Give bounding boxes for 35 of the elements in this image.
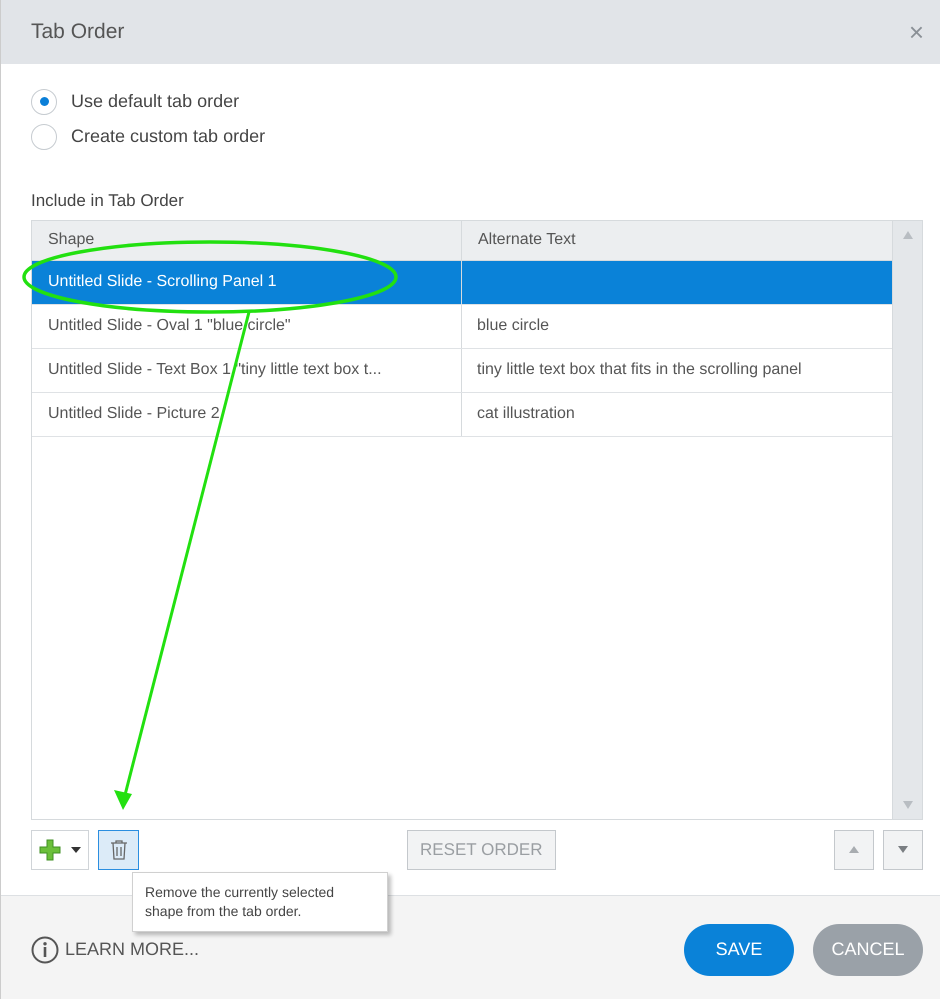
caret-icon	[71, 846, 81, 852]
window-title: Tab Order	[31, 19, 124, 46]
section-label: Include in Tab Order	[31, 190, 185, 212]
save-button[interactable]: SAVE	[684, 924, 794, 976]
info-icon	[31, 936, 59, 964]
tooltip: Remove the currently selected shape from the tab order.	[132, 872, 388, 932]
table-cell-text: Untitled Slide - Picture 2	[48, 404, 220, 424]
scroll-down-icon[interactable]	[902, 800, 912, 808]
radio-label: Use default tab order	[71, 90, 240, 113]
table-cell-text: tiny little text box that fits in the scrolling panel	[477, 360, 802, 380]
move-down-button[interactable]	[883, 830, 923, 870]
table-cell-text: cat illustration	[477, 404, 575, 424]
table-cell-text: Untitled Slide - Scrolling Panel 1	[48, 272, 277, 292]
trash-icon	[108, 838, 128, 860]
delete-button[interactable]	[98, 830, 139, 870]
table-cell-text: Untitled Slide - Oval 1 "blue circle"	[48, 316, 291, 336]
table-row[interactable]: Untitled Slide - Picture 2 cat illustration	[32, 392, 892, 436]
table-row[interactable]: Untitled Slide - Oval 1 "blue circle" blue circle	[32, 304, 892, 348]
up-arrow-icon	[849, 846, 859, 853]
table-cell-text: blue circle	[477, 316, 550, 336]
add-dropdown-button[interactable]	[31, 830, 89, 870]
column-header[interactable]: Shape	[32, 220, 462, 260]
plus-icon	[39, 838, 61, 860]
table-row[interactable]: Untitled Slide - Scrolling Panel 1	[32, 260, 892, 304]
radio-button[interactable]	[31, 124, 57, 150]
learn-more-link[interactable]: LEARN MORE...	[31, 936, 200, 964]
move-up-button[interactable]	[834, 830, 874, 870]
scrollbar[interactable]	[892, 220, 922, 818]
radio-button[interactable]	[31, 88, 57, 114]
scroll-up-icon[interactable]	[902, 230, 912, 238]
table-row[interactable]: Untitled Slide - Text Box 1 "tiny little text box t... tiny little text box that fits in the scrolling panel	[32, 348, 892, 392]
radio-label: Create custom tab order	[71, 125, 266, 148]
down-arrow-icon	[898, 846, 908, 853]
column-header[interactable]: Alternate Text	[462, 220, 892, 260]
table-cell-text: Untitled Slide - Text Box 1 "tiny little text box t...	[48, 360, 382, 380]
